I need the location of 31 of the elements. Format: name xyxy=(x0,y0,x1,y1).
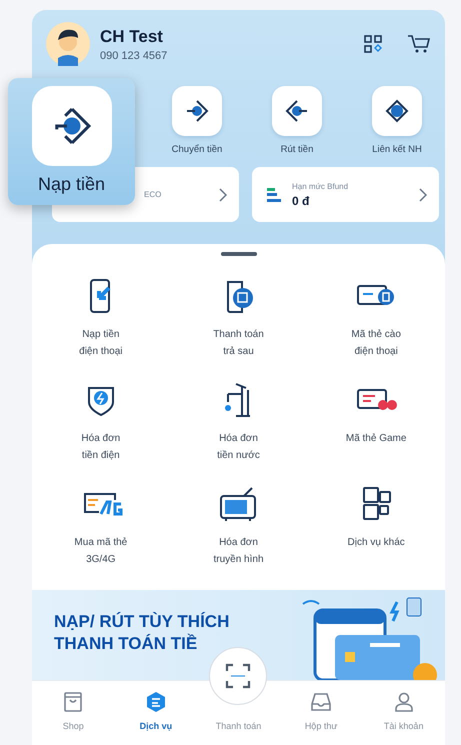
service-item[interactable]: Dịch vụ khác xyxy=(307,484,445,568)
service-logo-icon xyxy=(144,691,167,713)
nav-tab[interactable]: Dịch vụ xyxy=(114,681,198,739)
avatar[interactable] xyxy=(46,22,90,66)
transfer-icon xyxy=(184,98,210,124)
service-item[interactable]: Hóa đơn tiền điện xyxy=(32,380,170,464)
link-icon xyxy=(384,98,410,124)
qr-code-icon[interactable] xyxy=(363,34,383,54)
cart-icon[interactable] xyxy=(407,33,431,55)
service-item[interactable]: Mua mã thẻ 3G/4G xyxy=(32,484,170,568)
service-item[interactable]: Thanh toán trả sau xyxy=(170,276,308,360)
service-item[interactable]: Hóa đơn truyền hình xyxy=(170,484,308,568)
chevron-right-icon xyxy=(419,188,427,202)
service-item[interactable]: Mã thẻ cào điện thoại xyxy=(307,276,445,360)
quick-action[interactable]: Rút tiền xyxy=(247,86,347,155)
user-name: CH Test xyxy=(100,26,164,46)
balance-card[interactable]: Hạn mức Bfund 0 đ xyxy=(252,167,439,222)
promo-banner[interactable]: NẠP/ RÚT TÙY THÍCH THANH TOÁN TIỀ xyxy=(32,590,445,680)
service-item[interactable]: Hóa đơn tiền nước xyxy=(170,380,308,464)
quick-action[interactable]: Chuyển tiền xyxy=(147,86,247,155)
service-item[interactable]: Mã thẻ Game xyxy=(307,380,445,464)
magnified-action-tooltip[interactable]: Nạp tiền xyxy=(8,78,135,205)
user-icon xyxy=(392,691,415,713)
scan-icon xyxy=(224,663,250,689)
inbox-icon xyxy=(310,691,332,713)
service-item[interactable]: Nạp tiền điện thoại xyxy=(32,276,170,360)
phone-number: 090 123 4567 xyxy=(100,50,168,62)
quick-action[interactable]: Liên kết NH xyxy=(347,86,445,155)
withdraw-icon xyxy=(284,98,310,124)
chevron-right-icon xyxy=(219,188,227,202)
shop-bag-icon xyxy=(62,691,84,713)
